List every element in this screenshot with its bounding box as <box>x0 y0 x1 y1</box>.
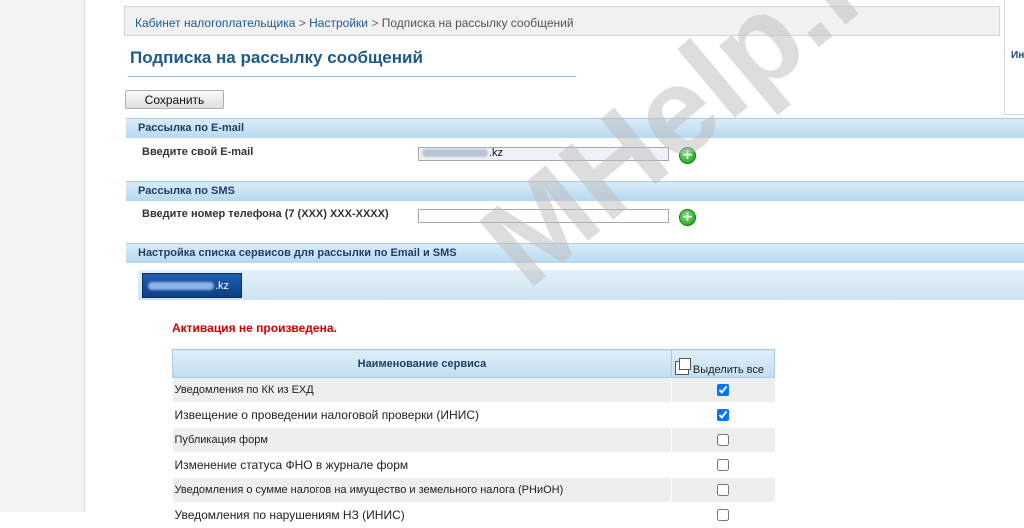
redacted-email-user <box>148 282 214 291</box>
plus-circle-icon: + <box>681 147 694 163</box>
services-table-header: Наименование сервиса Выделить все <box>172 349 776 378</box>
service-checkbox-cell <box>670 452 775 478</box>
title-divider <box>128 76 576 77</box>
service-checkbox-cell <box>670 427 775 453</box>
right-side-panel: Ин <box>1004 0 1024 115</box>
table-row: Публикация форм <box>172 427 775 453</box>
service-name: Публикация форм <box>172 427 672 453</box>
services-table: Наименование сервиса Выделить все Уведом… <box>172 349 776 528</box>
service-name: Уведомления о сумме налогов на имущество… <box>172 477 672 503</box>
phone-field[interactable] <box>418 209 669 223</box>
add-email-button[interactable]: + <box>679 147 696 164</box>
service-name: Извещение о проведении налоговой проверк… <box>172 402 672 428</box>
service-name: Изменение статуса ФНО в журнале форм <box>172 452 672 478</box>
service-name: Уведомления по КК из ЕХД <box>172 377 672 403</box>
add-phone-button[interactable]: + <box>679 209 696 226</box>
service-checkbox-cell <box>670 377 775 403</box>
table-row: Извещение о проведении налоговой проверк… <box>172 402 775 428</box>
select-all-label[interactable]: Выделить все <box>693 364 764 376</box>
activation-status: Активация не произведена. <box>172 321 337 335</box>
page-title: Подписка на рассылку сообщений <box>130 48 423 67</box>
column-header-service-name: Наименование сервиса <box>172 349 672 378</box>
service-checkbox-cell <box>670 402 775 428</box>
service-name: Уведомления по нарушениям НЗ (ИНИС) <box>172 502 672 528</box>
save-button[interactable]: Сохранить <box>125 90 224 109</box>
table-row: Уведомления о сумме налогов на имущество… <box>172 477 775 503</box>
service-checkbox[interactable] <box>717 509 730 522</box>
table-row: Изменение статуса ФНО в журнале форм <box>172 452 775 478</box>
service-checkbox[interactable] <box>717 409 730 422</box>
breadcrumb-link-settings[interactable]: Настройки <box>309 16 368 30</box>
service-checkbox[interactable] <box>717 384 730 397</box>
table-row: Уведомления по КК из ЕХД <box>172 377 775 403</box>
email-tab-domain: .kz <box>215 280 230 292</box>
breadcrumb-current: Подписка на рассылку сообщений <box>381 16 574 30</box>
select-all-icon[interactable] <box>674 358 691 375</box>
email-tab[interactable]: .kz <box>142 273 242 298</box>
email-domain: .kz <box>489 147 504 159</box>
select-all-control[interactable]: Выделить все <box>670 349 776 378</box>
service-checkbox[interactable] <box>717 484 730 497</box>
email-value: .kz <box>422 147 503 159</box>
service-checkbox-cell <box>670 502 775 528</box>
email-section-header: Рассылка по E-mail <box>126 118 1024 138</box>
plus-circle-icon: + <box>681 209 694 225</box>
sms-section-header: Рассылка по SMS <box>126 181 1024 201</box>
breadcrumb-separator: > <box>298 16 306 30</box>
redacted-email-user <box>422 149 488 158</box>
phone-label: Введите номер телефона (7 (XXX) XXX-XXXX… <box>142 208 389 220</box>
service-checkbox[interactable] <box>717 434 730 447</box>
breadcrumb: Кабинет налогоплательщика > Настройки > … <box>124 6 1000 36</box>
left-margin <box>0 0 84 512</box>
service-checkbox-cell <box>670 477 775 503</box>
breadcrumb-link-cabinet[interactable]: Кабинет налогоплательщика <box>135 16 295 30</box>
table-row: Уведомления по нарушениям НЗ (ИНИС) <box>172 502 775 528</box>
left-margin-border <box>84 0 85 512</box>
services-tab-strip <box>138 270 1024 300</box>
service-checkbox[interactable] <box>717 459 730 472</box>
right-panel-text[interactable]: Ин <box>1011 50 1024 61</box>
email-label: Введите свой E-mail <box>142 146 254 158</box>
breadcrumb-separator: > <box>371 16 379 30</box>
services-section-header: Настройка списка сервисов для рассылки п… <box>126 243 1024 263</box>
